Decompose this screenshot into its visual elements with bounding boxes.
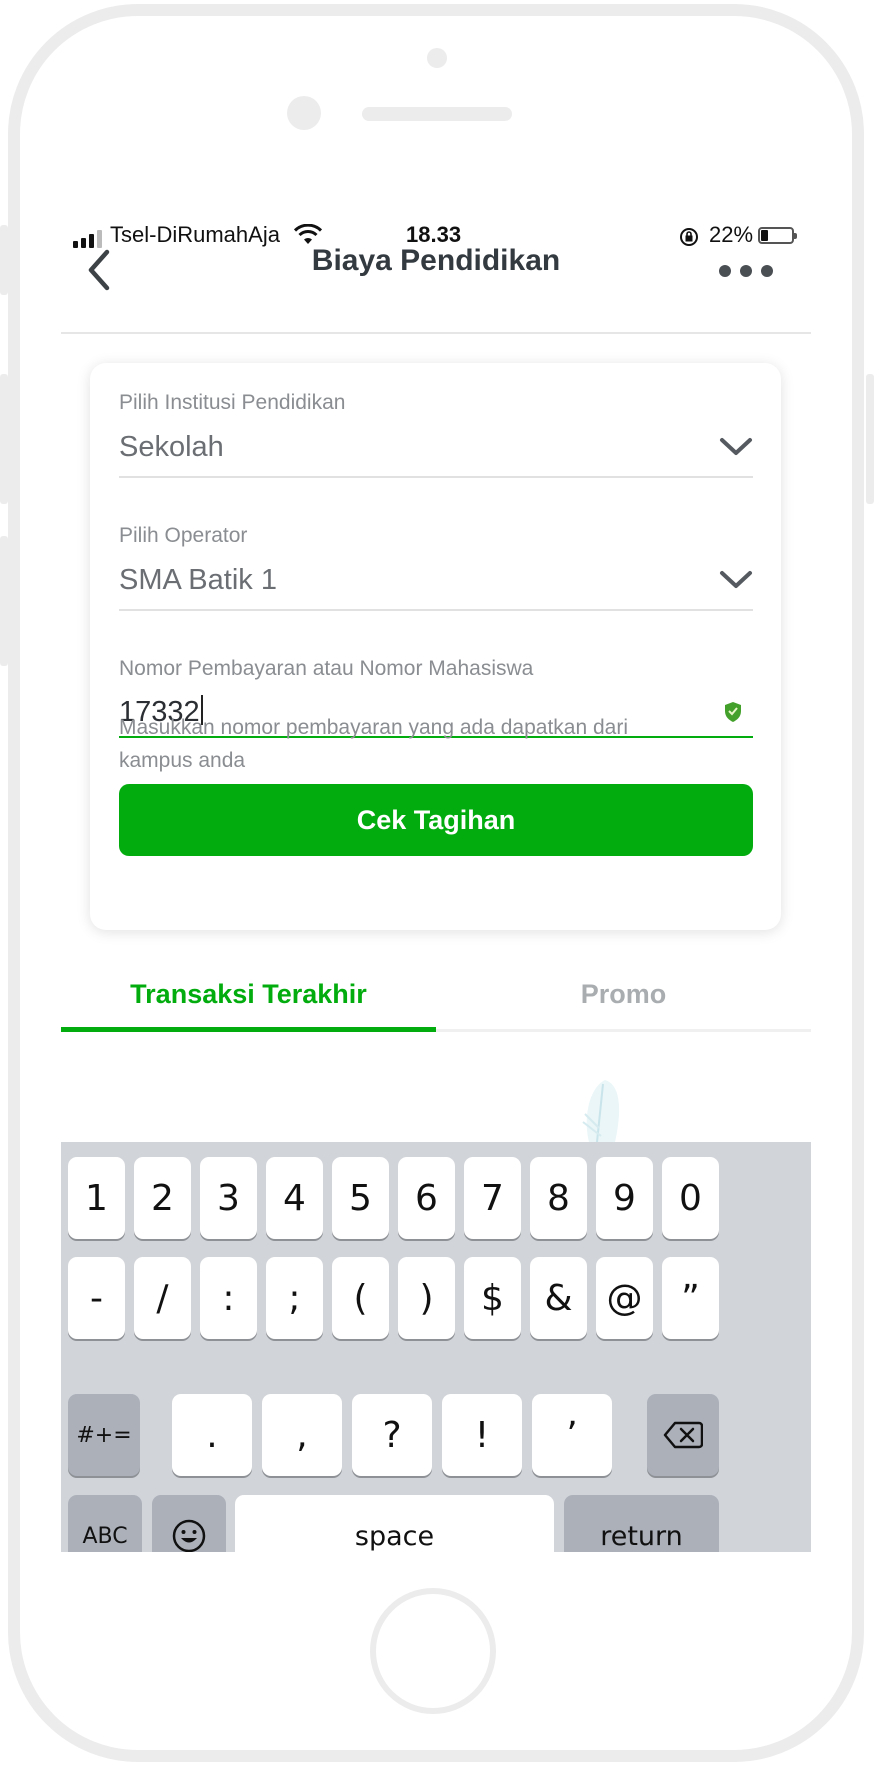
institution-label: Pilih Institusi Pendidikan — [119, 391, 346, 414]
key-digit-9[interactable]: 0 — [662, 1157, 719, 1239]
chevron-down-icon — [720, 438, 752, 455]
numeric-keyboard: 1234567890 - /:;() $ & @” #+= .,?!’ ABC spac… — [61, 1142, 811, 1552]
tab-active-indicator — [61, 1027, 436, 1032]
key-symbol-4[interactable]: ( — [332, 1257, 389, 1339]
backspace-icon — [663, 1421, 703, 1449]
more-dots-icon[interactable] — [719, 253, 773, 289]
key-abc[interactable]: ABC — [68, 1495, 142, 1552]
side-button-power — [866, 374, 874, 504]
key-symbol-3[interactable]: ; — [266, 1257, 323, 1339]
institution-underline — [119, 476, 753, 478]
institution-value: Sekolah — [119, 431, 224, 463]
key-emoji[interactable] — [152, 1495, 226, 1552]
operator-value: SMA Batik 1 — [119, 564, 277, 596]
payment-number-label: Nomor Pembayaran atau Nomor Mahasiswa — [119, 657, 534, 680]
key-digit-3[interactable]: 4 — [266, 1157, 323, 1239]
feather-illustration-icon — [582, 1080, 620, 1142]
key-digit-2[interactable]: 3 — [200, 1157, 257, 1239]
key-punct-1[interactable]: , — [262, 1394, 342, 1476]
tab-bar: Transaksi Terakhir Promo — [61, 956, 811, 1032]
key-symbol-0[interactable]: - — [68, 1257, 125, 1339]
key-space[interactable]: space — [235, 1495, 554, 1552]
tab-promo[interactable]: Promo — [436, 956, 811, 1032]
operator-select[interactable]: Pilih Operator SMA Batik 1 — [119, 524, 753, 611]
key-backspace[interactable] — [647, 1394, 719, 1476]
shield-badge-icon — [725, 702, 741, 722]
key-digit-1[interactable]: 2 — [134, 1157, 191, 1239]
key-symbol-9[interactable]: ” — [662, 1257, 719, 1339]
key-symbols-toggle[interactable]: #+= — [68, 1394, 140, 1476]
page-title: Biaya Pendidikan — [311, 244, 561, 277]
side-button-volume-down — [0, 536, 8, 666]
key-digit-7[interactable]: 8 — [530, 1157, 587, 1239]
tab-recent-transactions[interactable]: Transaksi Terakhir — [61, 956, 436, 1032]
home-button[interactable] — [370, 1588, 496, 1714]
app-screen: Tsel-DiRumahAja 18.33 22% Biaya Pendidik… — [61, 200, 811, 1552]
side-button-volume-up — [0, 374, 8, 504]
operator-label: Pilih Operator — [119, 524, 248, 547]
payment-number-helper: Masukkan nomor pembayaran yang ada dapat… — [119, 716, 628, 772]
institution-select[interactable]: Pilih Institusi Pendidikan Sekolah — [119, 391, 753, 478]
key-punct-4[interactable]: ’ — [532, 1394, 612, 1476]
side-button-mute — [0, 225, 8, 295]
key-digit-5[interactable]: 6 — [398, 1157, 455, 1239]
key-return[interactable]: return — [564, 1495, 719, 1552]
emoji-icon — [172, 1519, 206, 1552]
payment-form-card: Pilih Institusi Pendidikan Sekolah Pilih… — [90, 363, 781, 930]
key-symbol-6[interactable]: $ — [464, 1257, 521, 1339]
proximity-sensor — [427, 48, 447, 68]
front-camera — [287, 96, 321, 130]
key-symbol-2[interactable]: : — [200, 1257, 257, 1339]
key-symbol-1[interactable]: / — [134, 1257, 191, 1339]
chevron-down-icon — [720, 571, 752, 588]
earpiece-speaker — [362, 107, 512, 121]
key-digit-0[interactable]: 1 — [68, 1157, 125, 1239]
operator-underline — [119, 609, 753, 611]
key-punct-0[interactable]: . — [172, 1394, 252, 1476]
key-punct-3[interactable]: ! — [442, 1394, 522, 1476]
key-digit-8[interactable]: 9 — [596, 1157, 653, 1239]
key-digit-4[interactable]: 5 — [332, 1157, 389, 1239]
check-bill-button[interactable]: Cek Tagihan — [119, 784, 753, 856]
key-symbol-8[interactable]: @ — [596, 1257, 653, 1339]
key-punct-2[interactable]: ? — [352, 1394, 432, 1476]
key-digit-6[interactable]: 7 — [464, 1157, 521, 1239]
key-symbol-7[interactable]: & — [530, 1257, 587, 1339]
key-symbol-5[interactable]: ) — [398, 1257, 455, 1339]
navigation-bar: Biaya Pendidikan — [61, 236, 811, 334]
